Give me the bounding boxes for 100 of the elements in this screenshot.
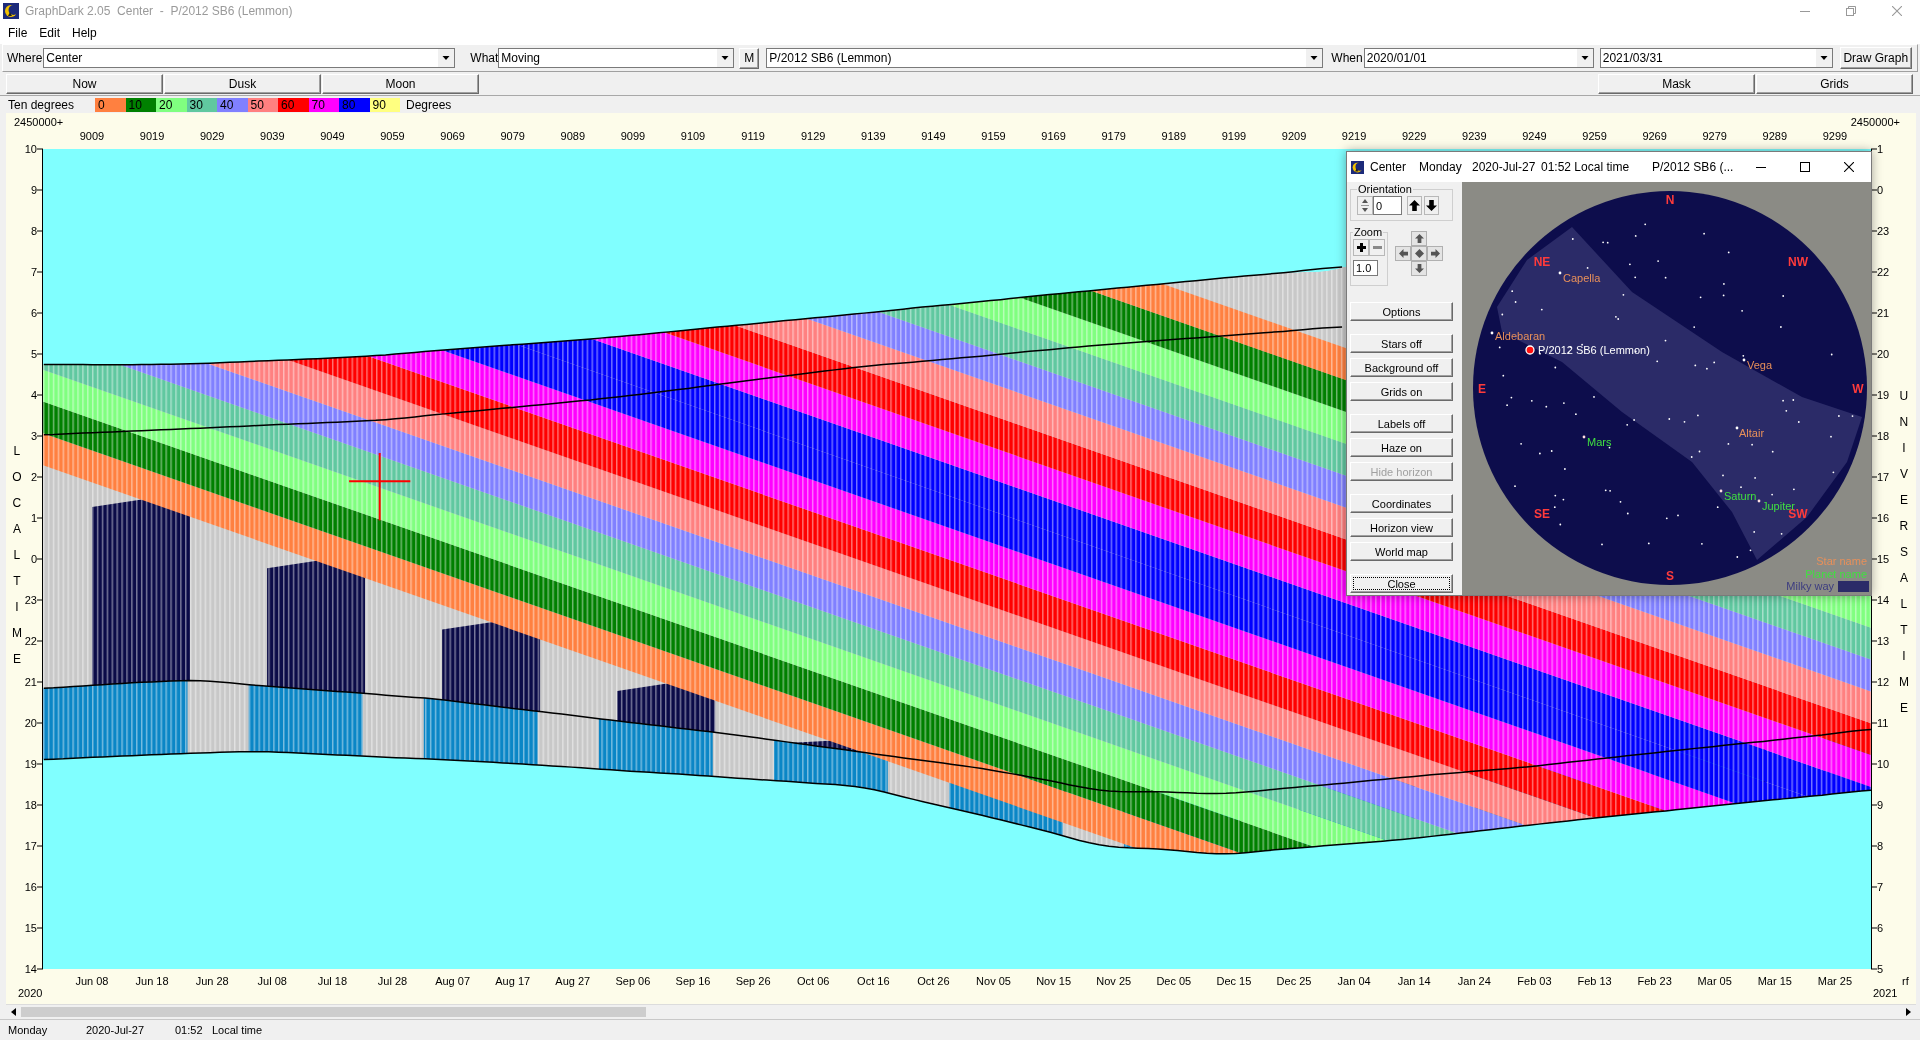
end-date-dropdown[interactable]: 2021/03/31 xyxy=(1599,48,1833,68)
star-label: Capella xyxy=(1563,272,1601,284)
legend-step: 60 xyxy=(278,97,309,112)
ut-hour-label: 0 xyxy=(1877,183,1884,197)
day-number-label: 9169 xyxy=(1041,130,1066,143)
star-label: Altair xyxy=(1739,427,1765,439)
ut-hour-label: 1 xyxy=(1877,142,1884,156)
close-icon xyxy=(1844,162,1854,172)
date-label: Nov 15 xyxy=(1036,975,1072,988)
app-icon xyxy=(1351,159,1364,175)
day-number-label: 9119 xyxy=(741,130,765,143)
crosshair-marker xyxy=(348,452,412,522)
zoom-in-button[interactable] xyxy=(1353,239,1369,256)
dialog-button[interactable]: Stars off xyxy=(1350,334,1453,353)
rotate-down-button[interactable] xyxy=(1424,196,1439,215)
plus-icon xyxy=(1356,243,1366,252)
arrow-down-icon xyxy=(1414,264,1424,273)
date-label: Oct 16 xyxy=(857,975,890,988)
orientation-field[interactable]: 0 xyxy=(1373,196,1402,215)
pan-up-button[interactable] xyxy=(1411,231,1427,246)
local-hour-label: 19 xyxy=(24,757,37,771)
scrollbar-thumb[interactable] xyxy=(21,1007,646,1017)
m-button[interactable]: M xyxy=(739,47,760,69)
legend-step: 20 xyxy=(156,97,187,112)
dialog-button[interactable]: Options xyxy=(1350,302,1453,321)
when-label: When xyxy=(1331,51,1363,65)
legend-step: 80 xyxy=(339,97,370,112)
pan-right-button[interactable] xyxy=(1427,246,1443,261)
day-number-label: 9289 xyxy=(1762,130,1788,143)
ut-hour-label: 15 xyxy=(1877,552,1890,566)
dialog-button[interactable]: World map xyxy=(1350,542,1453,561)
dialog-button[interactable]: Background off xyxy=(1350,358,1453,377)
date-label: Jun 28 xyxy=(195,975,229,988)
zoom-label: Zoom xyxy=(1353,226,1384,239)
local-hour-label: 3 xyxy=(30,429,37,443)
comet-label: P/2012 SB6 (Lemmon) xyxy=(1538,344,1650,356)
local-hour-label: 16 xyxy=(24,880,37,894)
option-button[interactable]: Mask xyxy=(1598,73,1755,94)
what-label: What xyxy=(470,51,499,65)
day-number-label: 9279 xyxy=(1702,130,1727,143)
status-text: Monday xyxy=(8,1024,49,1036)
pan-left-button[interactable] xyxy=(1395,246,1411,261)
arrow-right-icon xyxy=(1430,249,1440,258)
date-label: Aug 07 xyxy=(435,975,471,988)
arrow-up-icon xyxy=(1414,234,1424,243)
view-button[interactable]: Dusk xyxy=(164,73,321,94)
star-label: Vega xyxy=(1747,359,1773,371)
zoom-field[interactable]: 1.0 xyxy=(1353,260,1378,276)
spin-button[interactable] xyxy=(1357,196,1373,215)
local-hour-label: 15 xyxy=(24,921,37,935)
dialog-button[interactable]: Horizon view xyxy=(1350,518,1453,537)
compass-label: NE xyxy=(1533,255,1551,269)
pan-down-button[interactable] xyxy=(1411,261,1427,276)
ut-hour-label: 19 xyxy=(1877,388,1890,402)
date-label: Jan 14 xyxy=(1397,975,1431,988)
ut-hour-label: 11 xyxy=(1877,716,1889,730)
dialog-button[interactable]: Labels off xyxy=(1350,414,1453,433)
dialog-button[interactable]: Grids on xyxy=(1350,382,1453,401)
date-label: Oct 26 xyxy=(917,975,950,988)
legend-step: 30 xyxy=(186,97,217,112)
option-button[interactable]: Grids xyxy=(1756,73,1913,94)
draw-graph-button[interactable]: Draw Graph xyxy=(1839,47,1912,69)
orientation-label: Orientation xyxy=(1357,183,1413,196)
date-label: Nov 25 xyxy=(1096,975,1132,988)
arrow-left-icon xyxy=(11,1008,16,1016)
what-dropdown[interactable]: Moving xyxy=(498,48,735,68)
date-label: Dec 25 xyxy=(1276,975,1312,988)
local-hour-label: 2 xyxy=(30,470,37,484)
compass-label: NW xyxy=(1788,255,1808,269)
day-number-label: 9059 xyxy=(380,130,405,143)
date-label: Sep 16 xyxy=(675,975,711,988)
date: 2020-Jul-27 xyxy=(1472,160,1537,174)
local-hour-label: 0 xyxy=(30,552,37,566)
view-button[interactable]: Moon xyxy=(322,73,479,94)
legend-step: 40 xyxy=(217,97,248,112)
date-label: Sep 26 xyxy=(735,975,771,988)
maximize-icon xyxy=(1800,162,1810,172)
object-name: P/2012 SB6 (... xyxy=(1652,160,1735,174)
ut-hour-label: 18 xyxy=(1877,429,1890,443)
dialog-button[interactable]: Close xyxy=(1350,574,1453,593)
day-number-label: 9269 xyxy=(1642,130,1667,143)
date-label: Aug 17 xyxy=(495,975,531,988)
start-date-dropdown[interactable]: 2020/01/01 xyxy=(1363,48,1594,68)
star-dot-icon xyxy=(1558,271,1562,275)
date-label: Jan 04 xyxy=(1337,975,1371,988)
where-label: Where xyxy=(7,51,43,65)
dialog-button[interactable]: Coordinates xyxy=(1350,494,1453,513)
planet-label: Saturn xyxy=(1724,490,1757,502)
object-dropdown[interactable]: P/2012 SB6 (Lemmon) xyxy=(766,48,1324,68)
pan-center-button[interactable] xyxy=(1411,246,1427,261)
rotate-up-button[interactable] xyxy=(1407,196,1422,215)
ut-hour-label: 7 xyxy=(1877,880,1884,894)
legend-step: 50 xyxy=(247,97,278,112)
view-button[interactable]: Now xyxy=(6,73,163,94)
window-title: GraphDark 2.05 Center - P/2012 SB6 (Lemmon) xyxy=(25,4,293,18)
dialog-button[interactable]: Haze on xyxy=(1350,438,1453,457)
date-label: Jul 28 xyxy=(377,975,408,988)
ut-hour-label: 13 xyxy=(1877,634,1890,648)
where-dropdown[interactable]: Center xyxy=(43,48,456,68)
star-dot-icon xyxy=(1735,426,1739,430)
